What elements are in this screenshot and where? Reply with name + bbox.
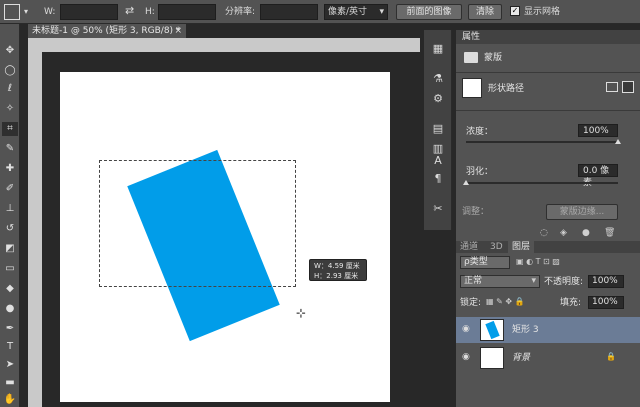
stamp-tool-icon[interactable]: ⊥	[2, 202, 18, 216]
brush-presets-icon[interactable]: ▤	[430, 122, 446, 136]
tool-presets-icon[interactable]: ✂	[430, 202, 446, 216]
opacity-label: 不透明度:	[544, 277, 584, 287]
size-tooltip: W：4.59 厘米 H：2.93 厘米	[309, 259, 367, 281]
lock-icon: 🔒	[606, 352, 616, 361]
transform-tool-icon[interactable]	[4, 4, 20, 20]
feather-label: 羽化：	[466, 167, 494, 177]
adjustments-icon[interactable]: ⚙	[430, 92, 446, 106]
mask-icon	[464, 52, 478, 63]
brush-tool-icon[interactable]: ✐	[2, 182, 18, 196]
width-input[interactable]	[60, 4, 118, 20]
visibility-icon[interactable]: ●	[582, 228, 590, 238]
adjust-label: 调整：	[462, 207, 490, 217]
unit-select[interactable]: 像素/英寸 ▾	[324, 4, 388, 20]
eyedropper-tool-icon[interactable]: ✎	[2, 142, 18, 156]
kind-filter-select[interactable]: ρ类型	[460, 256, 510, 269]
background-layer-thumbnail	[480, 347, 504, 369]
path-select-icon[interactable]: ➤	[2, 358, 18, 372]
options-bar: ▾ W: ⇄ H: 分辨率: 像素/英寸 ▾ 前面的图像 清除 ✓ 显示网格	[0, 0, 640, 24]
eye-icon[interactable]: ◉	[462, 324, 470, 334]
show-grid-label: 显示网格	[524, 7, 561, 17]
fill-input[interactable]: 100%	[588, 296, 624, 309]
character-icon[interactable]: A	[430, 154, 446, 168]
vector-mask-thumbnail[interactable]	[462, 78, 482, 98]
tab-channels[interactable]: 通道	[460, 241, 478, 253]
blur-tool-icon[interactable]: ◆	[2, 282, 18, 296]
trash-icon[interactable]: 🗑	[604, 228, 615, 238]
lock-label: 锁定:	[460, 298, 482, 308]
feather-input[interactable]: 0.0 像素	[578, 164, 618, 188]
show-grid-checkbox[interactable]: ✓	[510, 6, 520, 16]
actions-icon[interactable]: ⚗	[430, 72, 446, 86]
healing-tool-icon[interactable]: ✚	[2, 162, 18, 176]
history-icon[interactable]: ▦	[430, 42, 446, 56]
tab-layers[interactable]: 图层	[508, 241, 535, 253]
crop-tool-icon[interactable]: ⌗	[2, 122, 18, 136]
transform-cursor-icon: ⊹	[296, 306, 307, 320]
dodge-tool-icon[interactable]: ●	[2, 302, 18, 316]
h-label: H:	[145, 7, 155, 17]
type-tool-icon[interactable]: T	[2, 340, 18, 354]
height-input[interactable]	[158, 4, 216, 20]
transform-bounding-box[interactable]	[99, 160, 296, 287]
resolution-label: 分辨率:	[225, 7, 256, 17]
gradient-tool-icon[interactable]: ▭	[2, 262, 18, 276]
tooltip-width: W：4.59 厘米	[314, 262, 360, 270]
lasso-tool-icon[interactable]: ℓ	[2, 82, 18, 96]
resolution-input[interactable]	[260, 4, 318, 20]
eraser-tool-icon[interactable]: ◩	[2, 242, 18, 256]
move-tool-icon[interactable]: ✥	[2, 44, 18, 58]
mask-label: 蒙版	[484, 53, 503, 63]
tools-panel: ✥ ◯ ℓ ✧ ⌗ ✎ ✚ ✐ ⊥ ↺ ◩ ▭ ◆ ● ✒ T ➤ ▬ ✋	[0, 24, 20, 407]
panel-dock: ▦ ⚗ ⚙ ▤ ▥ A ¶ ✂	[424, 30, 452, 230]
mask-edge-button[interactable]: 蒙版边缘...	[546, 204, 618, 220]
shape-tool-icon[interactable]: ▬	[2, 376, 18, 390]
history-brush-icon[interactable]: ↺	[2, 222, 18, 236]
marquee-tool-icon[interactable]: ◯	[2, 64, 18, 78]
horizontal-ruler[interactable]	[28, 38, 420, 52]
feather-slider[interactable]	[466, 182, 618, 184]
pen-tool-icon[interactable]: ✒	[2, 322, 18, 336]
paragraph-icon[interactable]: ¶	[430, 172, 446, 186]
opacity-input[interactable]: 100%	[588, 275, 624, 288]
swap-icon[interactable]: ⇄	[125, 4, 134, 17]
load-selection-icon[interactable]: ◌	[540, 228, 548, 238]
tab-3d[interactable]: 3D	[490, 241, 503, 253]
front-image-button[interactable]: 前面的图像	[396, 4, 462, 20]
magic-wand-tool-icon[interactable]: ✧	[2, 102, 18, 116]
layer-name[interactable]: 矩形 3	[512, 324, 539, 336]
density-input[interactable]: 100%	[578, 124, 618, 137]
shape-layer-thumbnail	[480, 319, 504, 341]
tooltip-height: H：2.93 厘米	[314, 272, 359, 280]
vertical-ruler[interactable]	[28, 52, 42, 407]
chevron-down-icon[interactable]: ▾	[24, 7, 28, 16]
shape-path-label: 形状路径	[488, 84, 525, 94]
layer-row-shape[interactable]: ◉ 矩形 3	[456, 317, 640, 343]
w-label: W:	[44, 7, 56, 17]
fill-label: 填充:	[560, 298, 582, 308]
document-tab[interactable]: 未标题-1 @ 50% (矩形 3, RGB/8) * ×	[28, 24, 186, 38]
layer-row-background[interactable]: ◉ 背景 🔒	[456, 345, 640, 371]
clear-button[interactable]: 清除	[468, 4, 502, 20]
properties-panel: 属性 蒙版 形状路径 浓度： 100% 羽化： 0.0 像素 调整： 蒙版边缘.…	[456, 30, 640, 243]
feather-slider-handle[interactable]	[463, 180, 469, 185]
density-slider[interactable]	[466, 141, 618, 143]
apply-mask-icon[interactable]: ◈	[560, 228, 567, 238]
properties-tab[interactable]: 属性	[462, 31, 480, 43]
layers-panel: 通道 3D 图层 ρ类型 ▣ ◐ T ⊡ ▨ 正常 ▾ 不透明度: 100% 锁…	[456, 241, 640, 407]
blend-mode-select[interactable]: 正常 ▾	[460, 275, 540, 288]
filter-icons[interactable]: ▣ ◐ T ⊡ ▨	[516, 257, 560, 266]
close-icon[interactable]: ×	[174, 24, 182, 38]
eye-icon[interactable]: ◉	[462, 352, 470, 362]
add-pixel-mask-icon[interactable]	[606, 82, 618, 92]
lock-icons[interactable]: ▦ ✎ ✥ 🔒	[486, 297, 525, 306]
density-label: 浓度：	[466, 127, 494, 137]
add-vector-mask-icon[interactable]	[622, 81, 634, 93]
hand-tool-icon[interactable]: ✋	[2, 393, 18, 407]
density-slider-handle[interactable]	[615, 139, 621, 144]
layer-name[interactable]: 背景	[512, 352, 530, 364]
